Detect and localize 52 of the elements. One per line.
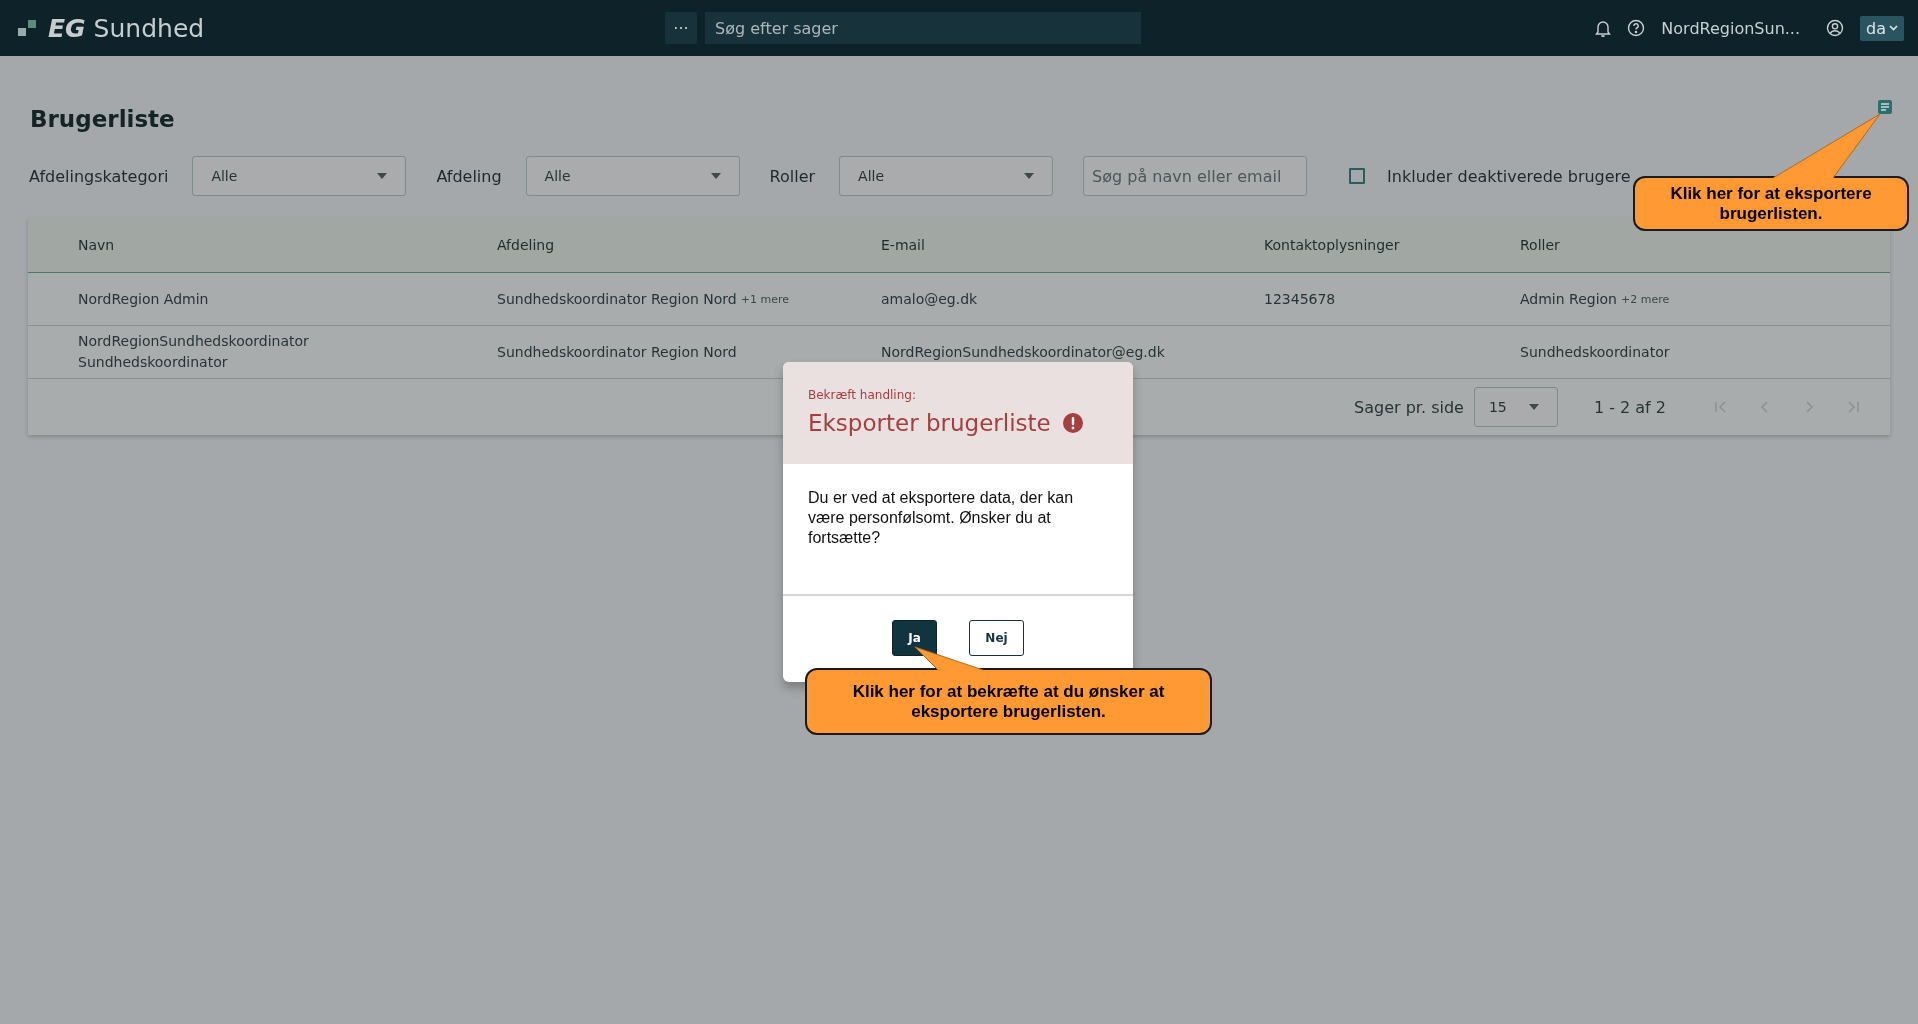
cancel-button[interactable]: Nej <box>969 620 1024 656</box>
table-cell-text: Admin Region <box>1520 289 1617 309</box>
callout-text: Klik her for at eksportere brugerlisten. <box>1669 183 1873 224</box>
page-title: Brugerliste <box>30 106 175 132</box>
more-link[interactable]: +1 mere <box>740 288 789 310</box>
table-cell-text: 12345678 <box>1264 289 1337 309</box>
caret-icon[interactable] <box>1024 173 1035 179</box>
confirm-button[interactable]: Ja <box>892 620 937 656</box>
warning-icon <box>1062 413 1083 433</box>
dropdown[interactable]: Alle <box>839 156 1054 196</box>
dropdown[interactable]: Alle <box>525 156 740 196</box>
column-header: E-mail <box>881 236 926 255</box>
table-cell-text: amalo@eg.dk <box>881 289 979 309</box>
column-header: Navn <box>77 236 116 255</box>
filter-label: Afdelingskategori <box>29 166 169 186</box>
dialog-overline: Bekræft handling: <box>808 388 917 402</box>
page-size-label: Sager pr. side <box>1354 397 1464 417</box>
filter-label: Roller <box>769 166 816 186</box>
language-select[interactable]: da <box>1860 15 1904 41</box>
caret-icon[interactable] <box>710 173 721 179</box>
column-header: Kontaktoplysninger <box>1264 236 1401 255</box>
page-range: 1 - 2 af 2 <box>1593 397 1666 417</box>
logo-text: EG <box>48 13 86 43</box>
caret-icon[interactable] <box>1889 25 1898 31</box>
page-size-dropdown[interactable]: 15 <box>1473 387 1558 427</box>
table-cell-text: NordRegionSundhedskoordinator Sundhedskoordinator <box>77 332 310 372</box>
bell-icon[interactable] <box>1595 19 1612 37</box>
caret-icon[interactable] <box>1528 404 1539 410</box>
dialog-title: Eksporter brugerliste <box>808 410 1051 436</box>
table-cell-text: NordRegionSundhedskoordinator@eg.dk <box>881 342 1166 362</box>
checkbox[interactable] <box>1349 168 1366 184</box>
table-cell-text: Sundhedskoordinator Region Nord <box>497 289 737 309</box>
caret-icon[interactable] <box>377 173 388 179</box>
filter-label: Afdeling <box>436 166 502 186</box>
dialog-message: Du er ved at eksportere data, der kan være personfølsomt. Ønsker du at fortsætte? <box>807 488 1075 548</box>
user-name[interactable]: NordRegionSun... <box>1661 18 1801 38</box>
table-cell-text: Sundhedskoordinator <box>1520 342 1671 362</box>
dropdown[interactable]: Alle <box>192 156 407 196</box>
column-header: Roller <box>1520 236 1561 255</box>
user-icon[interactable] <box>1826 19 1845 37</box>
more-link[interactable]: +2 mere <box>1621 288 1670 310</box>
column-header: Afdeling <box>497 236 556 255</box>
table-cell-text: NordRegion Admin <box>77 289 210 309</box>
more-button[interactable]: ··· <box>665 12 697 44</box>
search-field[interactable]: Søg efter sager <box>705 12 1141 44</box>
table-cell-text: Sundhedskoordinator Region Nord <box>497 342 738 362</box>
export-icon[interactable] <box>1878 100 1892 114</box>
search-field[interactable]: Søg på navn eller email <box>1083 156 1308 196</box>
checkbox-label: Inkluder deaktiverede brugere <box>1387 166 1631 186</box>
callout-text: Klik her for at bekræfte at du ønsker at eksportere brugerlisten. <box>851 681 1166 722</box>
help-icon[interactable] <box>1627 19 1646 37</box>
product-name: Sundhed <box>93 13 205 43</box>
